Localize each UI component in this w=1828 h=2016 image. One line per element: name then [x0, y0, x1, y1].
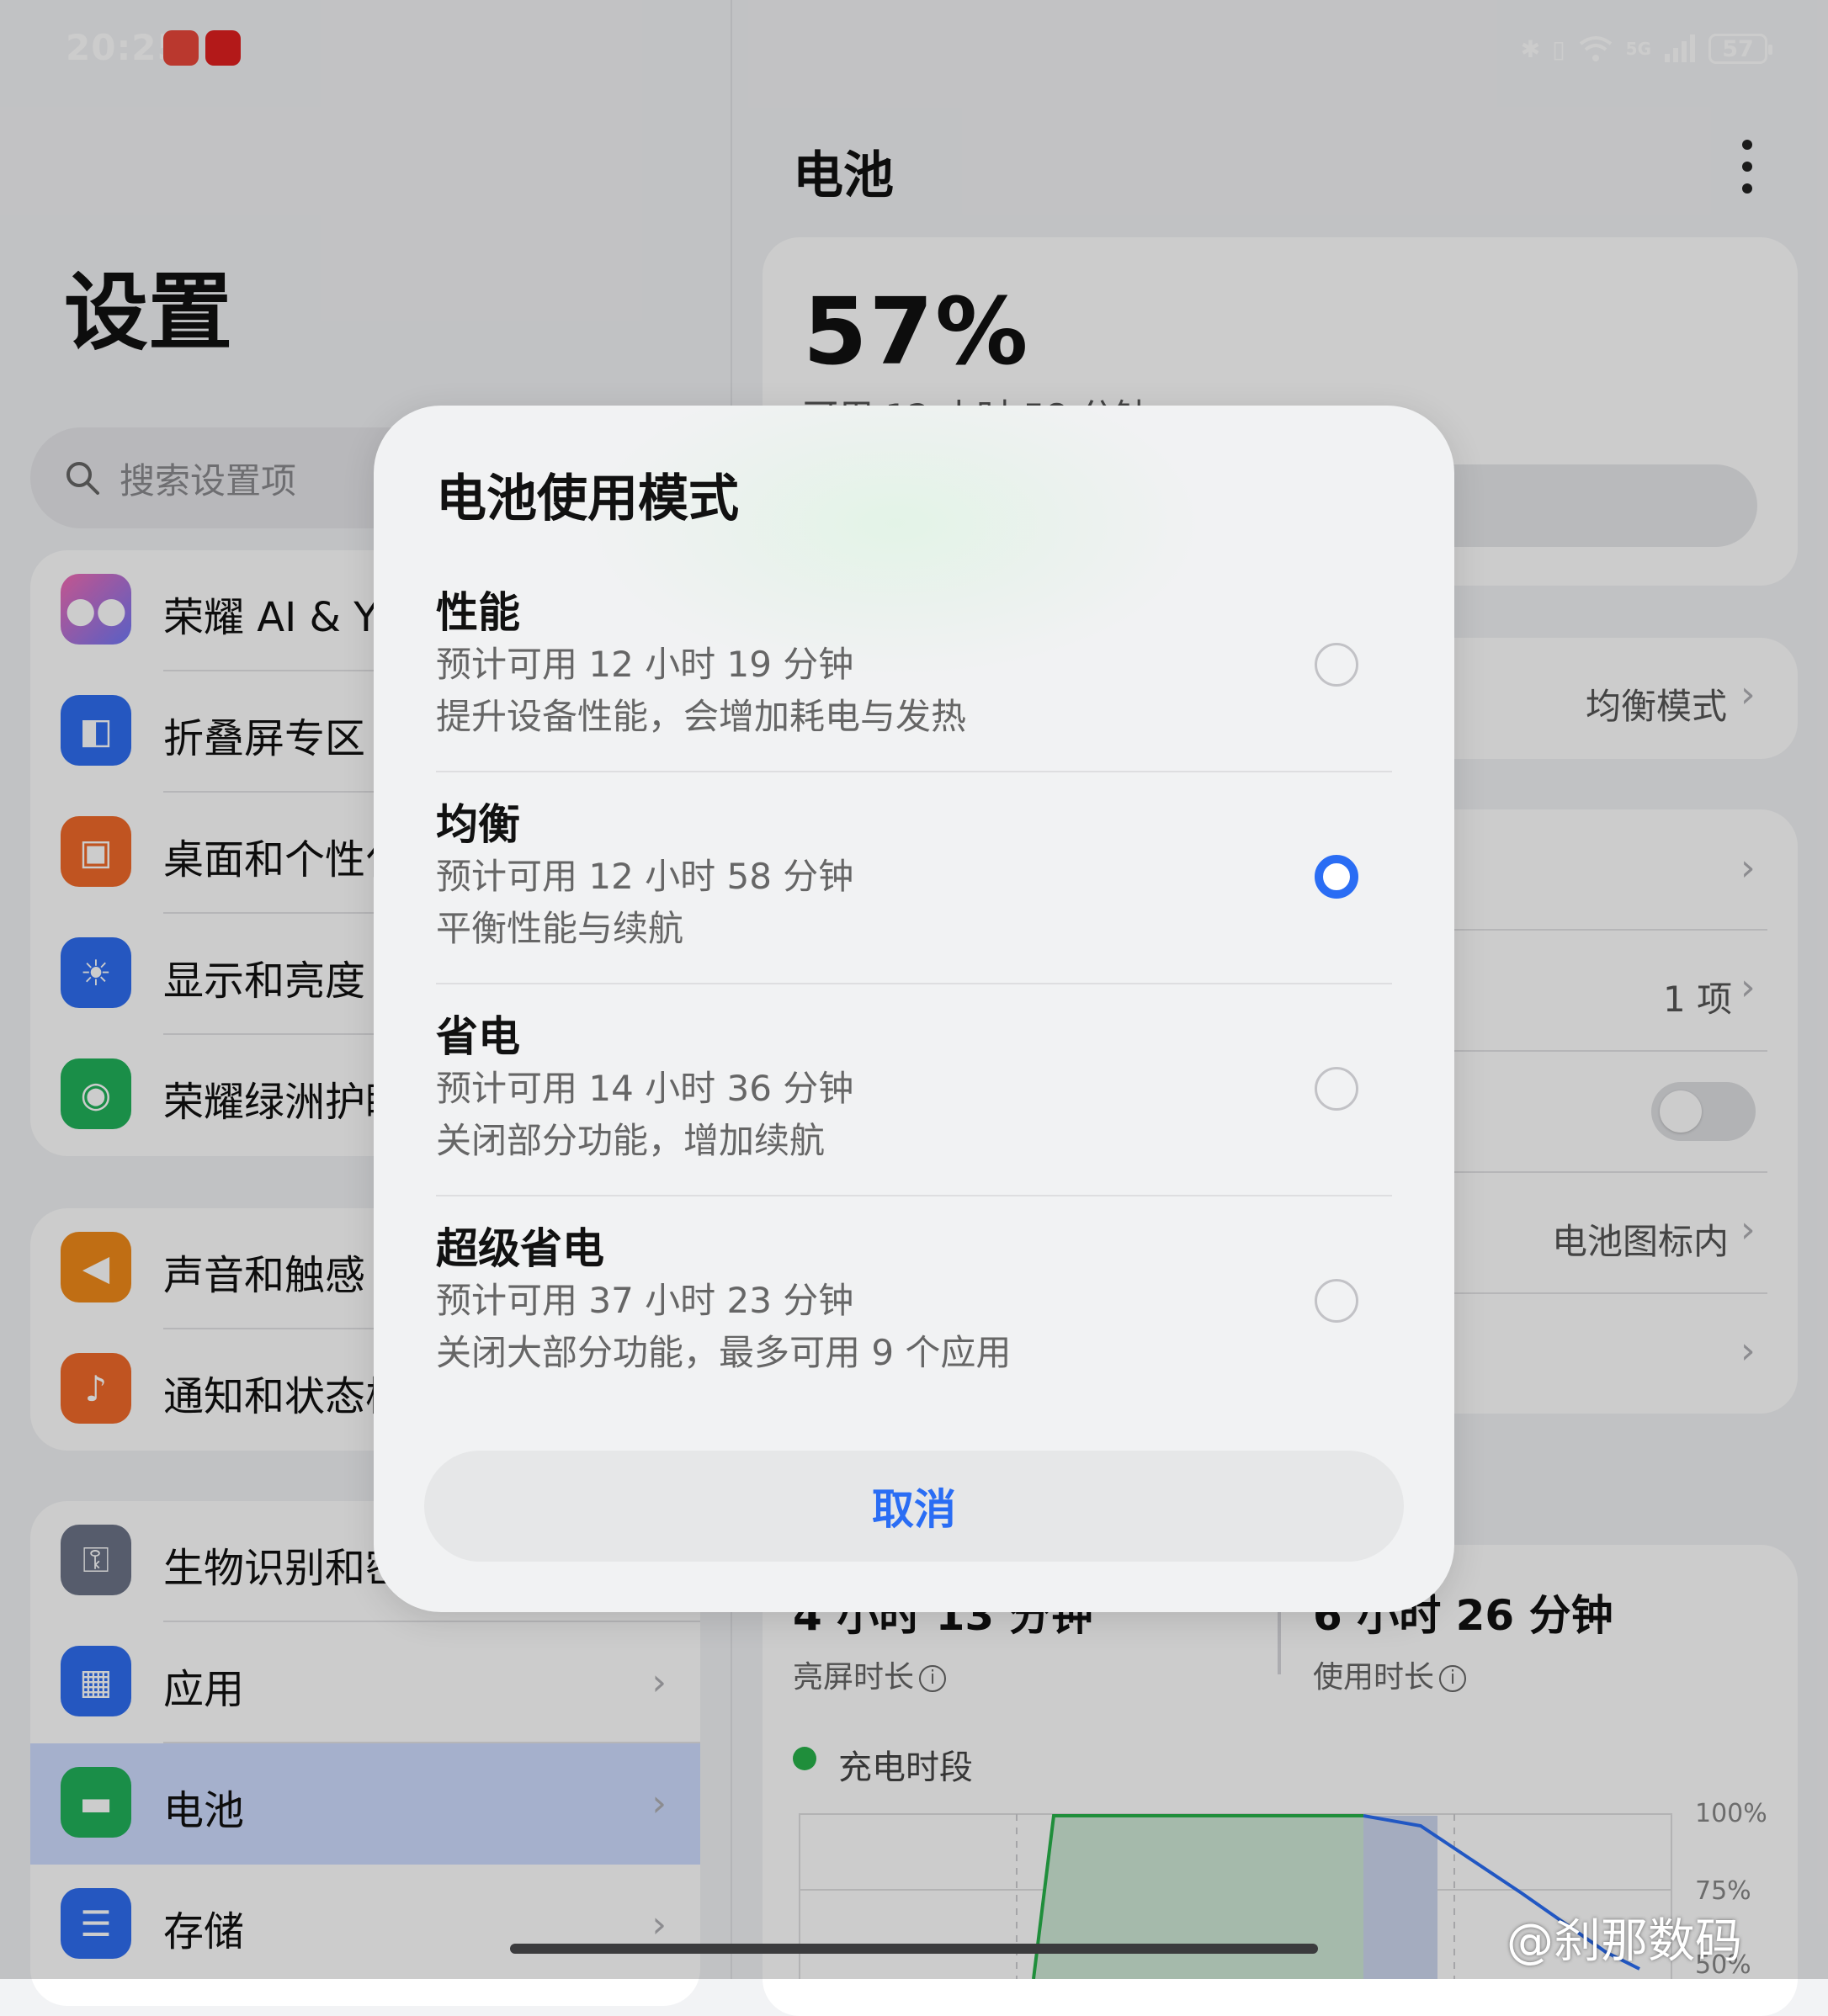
mode-name: 性能 — [436, 588, 520, 637]
mode-option-ultra-power-saving[interactable]: 超级省电 预计可用 37 小时 23 分钟 关闭大部分功能，最多可用 9 个应用 — [436, 1196, 1392, 1409]
mode-radio[interactable] — [1315, 643, 1358, 687]
watermark: @刹那数码 — [1507, 1914, 1742, 1969]
mode-radio[interactable] — [1315, 1279, 1358, 1323]
mode-option-performance[interactable]: 性能 预计可用 12 小时 19 分钟 提升设备性能，会增加耗电与发热 — [436, 560, 1392, 772]
mode-option-power-saving[interactable]: 省电 预计可用 14 小时 36 分钟 关闭部分功能，增加续航 — [436, 984, 1392, 1196]
battery-mode-dialog: 电池使用模式 性能 预计可用 12 小时 19 分钟 提升设备性能，会增加耗电与… — [374, 406, 1454, 1612]
mode-estimate: 预计可用 14 小时 36 分钟 — [436, 1068, 854, 1109]
mode-radio[interactable] — [1315, 1067, 1358, 1111]
mode-estimate: 预计可用 37 小时 23 分钟 — [436, 1280, 854, 1321]
mode-radio-selected[interactable] — [1315, 855, 1358, 899]
mode-description: 关闭大部分功能，最多可用 9 个应用 — [436, 1332, 1012, 1373]
mode-name: 省电 — [436, 1012, 520, 1061]
dialog-title: 电池使用模式 — [436, 470, 739, 528]
mode-option-balanced[interactable]: 均衡 预计可用 12 小时 58 分钟 平衡性能与续航 — [436, 772, 1392, 984]
mode-description: 关闭部分功能，增加续航 — [436, 1120, 826, 1161]
home-indicator[interactable] — [510, 1944, 1318, 1954]
mode-description: 提升设备性能，会增加耗电与发热 — [436, 696, 967, 737]
cancel-button[interactable]: 取消 — [424, 1451, 1404, 1562]
mode-estimate: 预计可用 12 小时 58 分钟 — [436, 856, 854, 897]
mode-description: 平衡性能与续航 — [436, 908, 684, 949]
mode-name: 超级省电 — [436, 1224, 604, 1273]
mode-name: 均衡 — [436, 800, 520, 849]
mode-estimate: 预计可用 12 小时 19 分钟 — [436, 644, 854, 685]
